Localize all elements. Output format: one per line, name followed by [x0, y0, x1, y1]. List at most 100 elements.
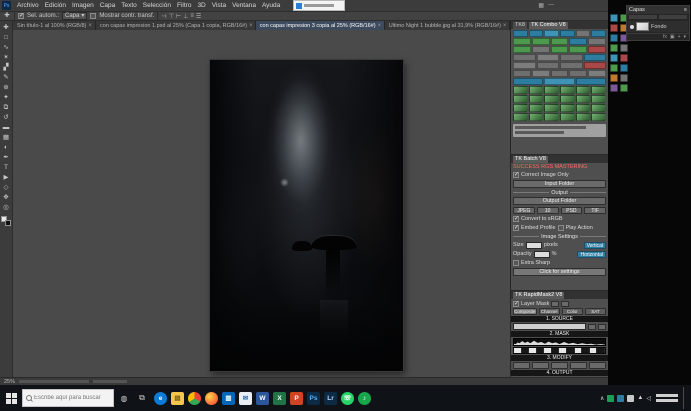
zone-key[interactable] [575, 348, 583, 353]
source-option-button[interactable] [588, 324, 596, 330]
tk-thumbnail-button[interactable] [544, 86, 559, 94]
correct-image-checkbox[interactable] [513, 172, 519, 178]
new-layer-icon[interactable]: + [678, 34, 681, 40]
tk-combo-button[interactable] [588, 38, 606, 45]
file-explorer-icon[interactable]: ▤ [169, 387, 186, 409]
pen-tool[interactable]: ✒ [1, 153, 12, 163]
zone-key[interactable] [522, 348, 530, 353]
mask-option-button[interactable] [551, 301, 559, 307]
tk-combo-button[interactable] [569, 70, 587, 77]
menu-ventana[interactable]: Ventana [229, 2, 259, 9]
tk-thumbnail-button[interactable] [529, 95, 544, 103]
clock[interactable] [656, 394, 678, 402]
eyedropper-tool[interactable]: ✎ [1, 73, 12, 83]
tk-combo-button[interactable] [544, 30, 559, 37]
panel-icon[interactable] [610, 64, 618, 72]
shape-tool[interactable]: ◇ [1, 183, 12, 193]
tk-combo-button[interactable] [588, 46, 606, 53]
brush-tool[interactable]: ✦ [1, 93, 12, 103]
fx-icon[interactable]: fx [663, 34, 667, 40]
tk-thumbnail-button[interactable] [513, 95, 528, 103]
output-folder-button[interactable]: Output Folder [513, 197, 606, 205]
zone-key[interactable] [544, 348, 552, 353]
document-tab[interactable]: Ultimo Night 1 bubble.jpg al 31,9% (RGB/… [385, 21, 510, 30]
tab-color[interactable]: Color [562, 308, 583, 315]
auto-select-checkbox[interactable] [18, 13, 24, 19]
tk-combo-button[interactable] [551, 38, 569, 45]
menu-edicion[interactable]: Edición [42, 2, 69, 9]
format-button-10[interactable]: 10 [537, 207, 559, 214]
zone-key[interactable] [514, 348, 522, 353]
dodge-tool[interactable]: ◐ [1, 143, 12, 153]
workspace-switcher-icon[interactable]: ▦ [538, 2, 544, 9]
embed-profile-checkbox[interactable] [513, 225, 519, 231]
format-button-tif[interactable]: TIF [584, 207, 606, 214]
panel-icon[interactable] [610, 74, 618, 82]
history-brush-tool[interactable]: ↺ [1, 113, 12, 123]
eraser-tool[interactable]: ▬ [1, 123, 12, 133]
tk-combo-button[interactable] [576, 78, 606, 85]
background-color-swatch[interactable] [5, 220, 11, 226]
tk-combo-button[interactable] [537, 62, 560, 69]
whatsapp-icon[interactable]: ☏ [339, 387, 356, 409]
align-top-icon[interactable]: ⊤ [169, 13, 174, 20]
tk-thumbnail-button[interactable] [591, 113, 606, 121]
move-tool[interactable]: ✚ [1, 23, 12, 33]
tk-combo-button[interactable] [569, 38, 587, 45]
tk-thumbnail-button[interactable] [576, 95, 591, 103]
tk-combo-button[interactable] [560, 30, 575, 37]
modify-button[interactable] [589, 362, 606, 369]
tk-thumbnail-button[interactable] [591, 95, 606, 103]
menu-archivo[interactable]: Archivo [14, 2, 42, 9]
zone-key[interactable] [537, 348, 545, 353]
distribute-icon[interactable]: ≡ [190, 13, 194, 20]
tk-combo-button[interactable] [537, 54, 560, 61]
tab-tk8[interactable]: TK8 [513, 22, 527, 29]
tray-icon[interactable] [607, 395, 614, 402]
tk-thumbnail-button[interactable] [591, 104, 606, 112]
tk-thumbnail-button[interactable] [529, 113, 544, 121]
tab-sat[interactable]: SAT [585, 308, 606, 315]
tk-thumbnail-button[interactable] [560, 86, 575, 94]
show-desktop-button[interactable] [683, 387, 686, 409]
tk-combo-button[interactable] [513, 30, 528, 37]
source-selector[interactable] [513, 323, 586, 330]
tk-combo-button[interactable] [560, 54, 583, 61]
close-icon[interactable]: × [88, 23, 92, 29]
zoom-tool[interactable]: ◎ [1, 203, 12, 213]
tk-combo-button[interactable] [584, 54, 607, 61]
modify-button[interactable] [570, 362, 587, 369]
zone-key[interactable] [582, 348, 590, 353]
distribute-vertical-icon[interactable]: ☰ [196, 13, 201, 20]
task-view-icon[interactable]: ⧉ [134, 387, 150, 409]
panel-icon[interactable] [620, 74, 628, 82]
chrome-icon[interactable] [186, 387, 203, 409]
tk-thumbnail-button[interactable] [513, 86, 528, 94]
input-folder-button[interactable]: Input Folder [513, 180, 606, 188]
tray-icon[interactable] [617, 395, 624, 402]
opacity-field[interactable] [534, 251, 550, 258]
excel-icon[interactable]: X [271, 387, 288, 409]
tk-combo-button[interactable] [529, 30, 544, 37]
tk-thumbnail-button[interactable] [560, 113, 575, 121]
tk-combo-button[interactable] [513, 70, 531, 77]
path-select-tool[interactable]: ▶ [1, 173, 12, 183]
tray-icon[interactable] [627, 395, 634, 402]
mask-option-button[interactable] [561, 301, 569, 307]
tk-thumbnail-button[interactable] [560, 104, 575, 112]
tray-expand-icon[interactable]: ∧ [600, 395, 604, 402]
visibility-eye-icon[interactable] [630, 25, 634, 29]
hand-tool[interactable]: ✥ [1, 193, 12, 203]
zoom-level[interactable]: 25% [4, 379, 15, 385]
zone-key[interactable] [567, 348, 575, 353]
panel-icon[interactable] [620, 84, 628, 92]
close-icon[interactable]: × [503, 23, 507, 29]
cortana-icon[interactable]: ◍ [116, 387, 132, 409]
zone-key[interactable] [597, 348, 605, 353]
photoshop-icon[interactable]: Ps [305, 387, 322, 409]
mini-floating-window[interactable] [293, 0, 345, 11]
zone-key[interactable] [559, 348, 567, 353]
format-button-jpeg[interactable]: JPEG [513, 207, 535, 214]
add-mask-icon[interactable]: ▣ [670, 34, 675, 40]
panel-icon[interactable] [610, 34, 618, 42]
